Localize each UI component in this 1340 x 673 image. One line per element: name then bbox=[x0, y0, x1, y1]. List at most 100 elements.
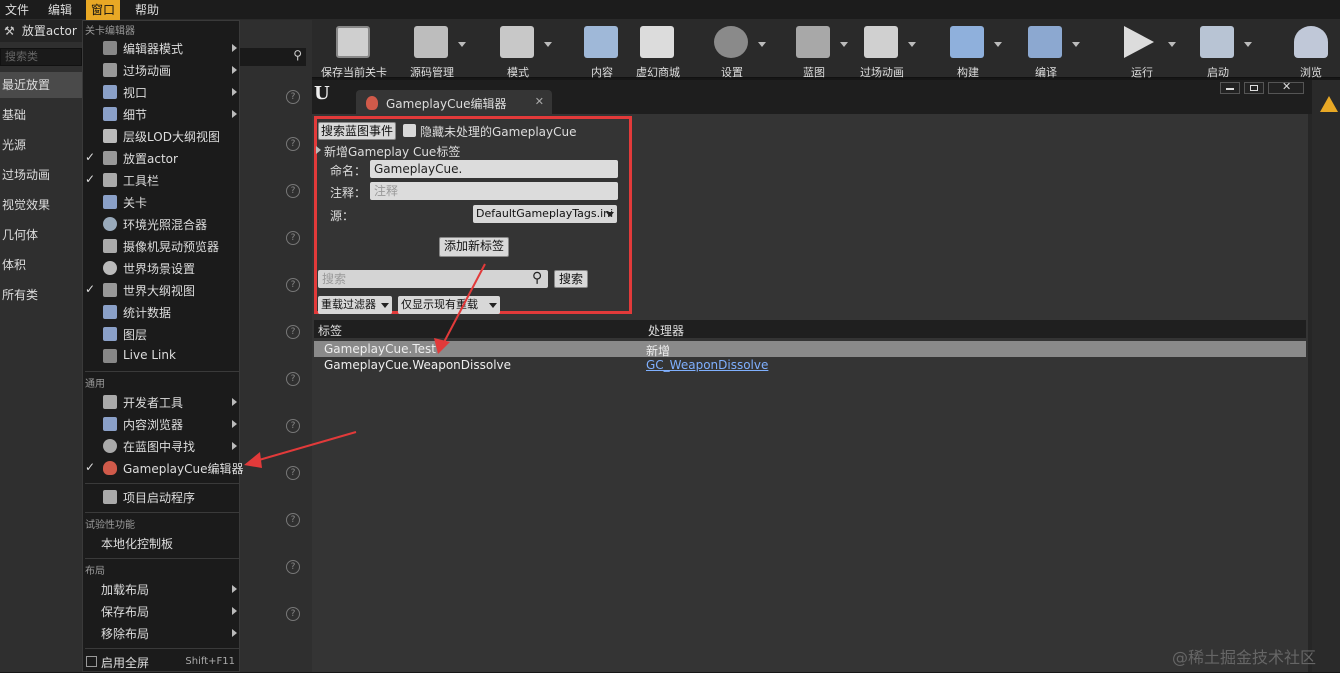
menu-item-save-layout[interactable]: 保存布局 bbox=[83, 600, 239, 622]
column-tag[interactable]: 标签 bbox=[318, 322, 342, 339]
menu-edit[interactable]: 编辑 bbox=[43, 0, 77, 20]
toolbar-save-button[interactable]: 保存当前关卡 bbox=[314, 20, 394, 79]
menu-item-load-layout[interactable]: 加载布局 bbox=[83, 578, 239, 600]
help-icon[interactable]: ? bbox=[286, 325, 300, 339]
menu-item-localization-dashboard[interactable]: 本地化控制板 bbox=[83, 532, 239, 554]
class-search-input[interactable]: 搜索类 bbox=[0, 48, 82, 66]
help-icon[interactable]: ? bbox=[286, 466, 300, 480]
editor-title-bar: U GameplayCue编辑器 ✕ ✕ bbox=[312, 80, 1312, 116]
add-new-tag-button[interactable]: 添加新标签 bbox=[439, 237, 509, 257]
comment-input[interactable]: 注释 bbox=[370, 182, 618, 200]
menu-item-remove-layout[interactable]: 移除布局 bbox=[83, 622, 239, 644]
tools-icon bbox=[103, 173, 117, 187]
search-blueprint-events-button[interactable]: 搜索蓝图事件 bbox=[318, 122, 396, 140]
close-window-button[interactable]: ✕ bbox=[1268, 80, 1304, 94]
toolbar-compile-button[interactable]: 编译 bbox=[1006, 20, 1086, 79]
toolbar-play-button[interactable]: 运行 bbox=[1102, 20, 1182, 79]
hide-unhandled-checkbox[interactable] bbox=[403, 124, 416, 137]
toolbar-launch-button[interactable]: 启动 bbox=[1178, 20, 1258, 79]
menu-help[interactable]: 帮助 bbox=[130, 0, 164, 20]
toolbar-cinematics-button[interactable]: 过场动画 bbox=[842, 20, 922, 79]
help-icon[interactable]: ? bbox=[286, 419, 300, 433]
help-icon[interactable]: ? bbox=[286, 560, 300, 574]
chevron-down-icon bbox=[1072, 42, 1080, 47]
close-tab-icon[interactable]: ✕ bbox=[535, 95, 544, 108]
category-lights[interactable]: 光源 bbox=[0, 132, 82, 158]
modes-icon bbox=[500, 26, 534, 58]
table-row[interactable]: GameplayCue.WeaponDissolve GC_WeaponDiss… bbox=[314, 357, 1306, 373]
new-tag-header: 新增Gameplay Cue标签 bbox=[324, 145, 461, 159]
menu-item-world-settings[interactable]: 世界场景设置 bbox=[83, 257, 239, 279]
menu-item-toolbar[interactable]: ✓ 工具栏 bbox=[83, 169, 239, 191]
chevron-right-icon bbox=[232, 442, 237, 450]
class-search-box-right[interactable]: ⚲ bbox=[240, 48, 306, 66]
row-tag: GameplayCue.WeaponDissolve bbox=[324, 358, 512, 372]
only-show-overrides-dropdown[interactable]: 仅显示现有重载 bbox=[398, 296, 500, 314]
menu-item-live-link[interactable]: Live Link bbox=[83, 345, 239, 367]
tag-search-input[interactable]: 搜索 bbox=[318, 270, 548, 288]
override-filter-dropdown[interactable]: 重载过滤器 bbox=[318, 296, 392, 314]
row-handler-link[interactable]: GC_WeaponDissolve bbox=[646, 358, 768, 372]
chevron-down-icon bbox=[381, 303, 389, 308]
toolbar-source-control-button[interactable]: 源码管理 bbox=[392, 20, 472, 79]
menu-item-layers[interactable]: 图层 bbox=[83, 323, 239, 345]
toolbar-browse-button[interactable]: 浏览 bbox=[1282, 20, 1340, 79]
menu-item-viewport[interactable]: 视口 bbox=[83, 81, 239, 103]
tab-gameplaycue-editor[interactable]: GameplayCue编辑器 ✕ bbox=[356, 90, 552, 116]
help-icon[interactable]: ? bbox=[286, 513, 300, 527]
maximize-button[interactable] bbox=[1244, 82, 1264, 94]
menu-item-statistics[interactable]: 统计数据 bbox=[83, 301, 239, 323]
category-recent[interactable]: 最近放置 bbox=[0, 72, 82, 98]
menu-item-level[interactable]: 关卡 bbox=[83, 191, 239, 213]
menu-item-find-in-blueprints[interactable]: 在蓝图中寻找 bbox=[83, 435, 239, 457]
menu-item-fullscreen[interactable]: 启用全屏 Shift+F11 bbox=[83, 651, 239, 673]
category-volumes[interactable]: 体积 bbox=[0, 252, 82, 278]
help-icon[interactable]: ? bbox=[286, 90, 300, 104]
menu-item-cinematics[interactable]: 过场动画 bbox=[83, 59, 239, 81]
toolbar-marketplace-button[interactable]: 虚幻商城 bbox=[618, 20, 698, 79]
table-row[interactable]: GameplayCue.Test 新增 bbox=[314, 341, 1306, 358]
minimize-icon bbox=[1226, 88, 1234, 90]
help-icon[interactable]: ? bbox=[286, 231, 300, 245]
category-cinematic[interactable]: 过场动画 bbox=[0, 162, 82, 188]
fullscreen-checkbox[interactable] bbox=[86, 656, 97, 667]
hide-unhandled-label: 隐藏未处理的GameplayCue bbox=[420, 125, 577, 139]
source-dropdown[interactable]: DefaultGameplayTags.ini bbox=[473, 205, 617, 223]
menu-item-gameplaycue-editor[interactable]: ✓ GameplayCue编辑器 bbox=[83, 457, 244, 479]
help-icon[interactable]: ? bbox=[286, 372, 300, 386]
toolbar-build-button[interactable]: 构建 bbox=[928, 20, 1008, 79]
chevron-right-icon bbox=[232, 420, 237, 428]
help-icon[interactable]: ? bbox=[286, 278, 300, 292]
chevron-right-icon bbox=[232, 585, 237, 593]
menu-item-camera-shake-previewer[interactable]: 摄像机晃动预览器 bbox=[83, 235, 239, 257]
menu-item-env-light-mixer[interactable]: 环境光照混合器 bbox=[83, 213, 239, 235]
menu-item-project-launcher[interactable]: 项目启动程序 bbox=[83, 486, 239, 508]
viewport-icon bbox=[103, 85, 117, 99]
menu-item-details[interactable]: 细节 bbox=[83, 103, 239, 125]
menu-item-place-actor[interactable]: ✓ 放置actor bbox=[83, 147, 239, 169]
help-icon[interactable]: ? bbox=[286, 607, 300, 621]
menu-item-developer-tools[interactable]: 开发者工具 bbox=[83, 391, 239, 413]
menu-item-hlod-outliner[interactable]: 层级LOD大纲视图 bbox=[83, 125, 239, 147]
minimize-button[interactable] bbox=[1220, 82, 1240, 94]
category-all-classes[interactable]: 所有类 bbox=[0, 282, 82, 308]
name-input[interactable]: GameplayCue. bbox=[370, 160, 618, 178]
toolbar-settings-button[interactable]: 设置 bbox=[692, 20, 772, 79]
menu-item-editor-modes[interactable]: 编辑器模式 bbox=[83, 37, 239, 59]
outliner-icon bbox=[103, 283, 117, 297]
menu-item-world-outliner[interactable]: ✓ 世界大纲视图 bbox=[83, 279, 239, 301]
toolbar-modes-button[interactable]: 模式 bbox=[478, 20, 558, 79]
category-geometry[interactable]: 几何体 bbox=[0, 222, 82, 248]
column-handler[interactable]: 处理器 bbox=[648, 322, 684, 339]
menu-item-content-browser[interactable]: 内容浏览器 bbox=[83, 413, 239, 435]
help-icon[interactable]: ? bbox=[286, 184, 300, 198]
menu-window[interactable]: 窗口 bbox=[86, 0, 121, 20]
category-visual-effects[interactable]: 视觉效果 bbox=[0, 192, 82, 218]
expand-arrow-icon[interactable] bbox=[316, 146, 321, 154]
search-button[interactable]: 搜索 bbox=[554, 270, 588, 288]
category-basic[interactable]: 基础 bbox=[0, 102, 82, 128]
help-icon[interactable]: ? bbox=[286, 137, 300, 151]
source-label: 源： bbox=[330, 209, 355, 223]
menu-file[interactable]: 文件 bbox=[0, 0, 34, 20]
place-actor-tab[interactable]: ⚒ 放置actor bbox=[0, 20, 82, 42]
